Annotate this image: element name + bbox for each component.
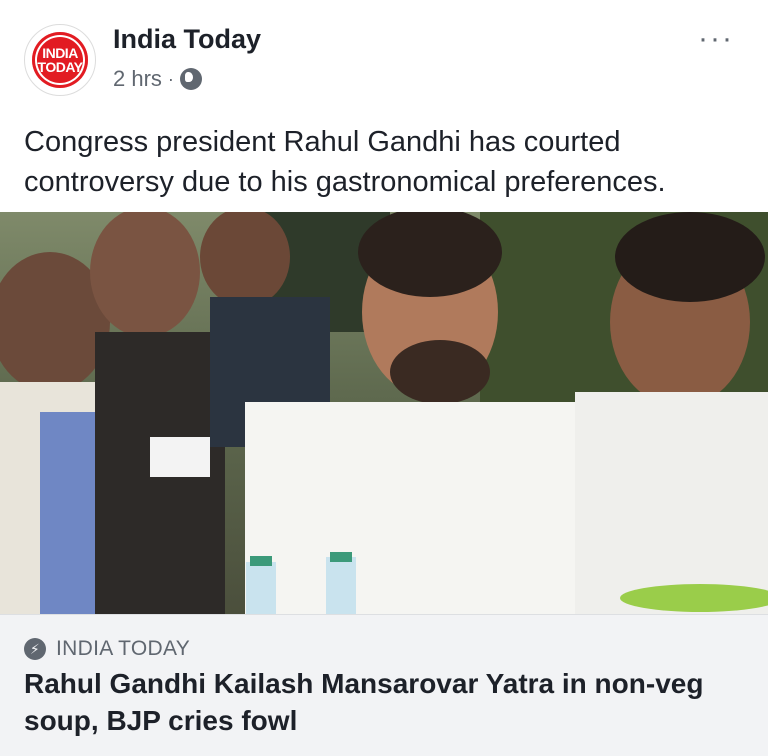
- page-name-link[interactable]: India Today: [113, 24, 261, 55]
- post-photo[interactable]: [0, 212, 768, 614]
- post-meta: 2 hrs ·: [113, 66, 202, 92]
- india-today-logo: INDIA TODAY: [32, 32, 88, 88]
- photo-illustration: [0, 212, 768, 614]
- link-source: ⚡ INDIA TODAY: [24, 637, 190, 661]
- lightning-bolt-icon: ⚡: [24, 638, 46, 660]
- link-source-label: INDIA TODAY: [56, 637, 191, 660]
- meta-separator: ·: [167, 68, 174, 89]
- more-options-button[interactable]: ···: [698, 24, 734, 54]
- post-timestamp[interactable]: 2 hrs: [113, 66, 162, 92]
- facebook-post: INDIA TODAY India Today 2 hrs · ··· Cong…: [0, 0, 768, 756]
- page-avatar[interactable]: INDIA TODAY: [24, 24, 96, 96]
- post-text: Congress president Rahul Gandhi has cour…: [24, 126, 666, 198]
- link-preview[interactable]: ⚡ INDIA TODAY Rahul Gandhi Kailash Mansa…: [0, 614, 768, 756]
- link-headline[interactable]: Rahul Gandhi Kailash Mansarovar Yatra in…: [24, 665, 744, 739]
- logo-text-line1: INDIA: [42, 45, 78, 61]
- logo-text-line2: TODAY: [37, 59, 83, 75]
- globe-icon[interactable]: [179, 68, 202, 90]
